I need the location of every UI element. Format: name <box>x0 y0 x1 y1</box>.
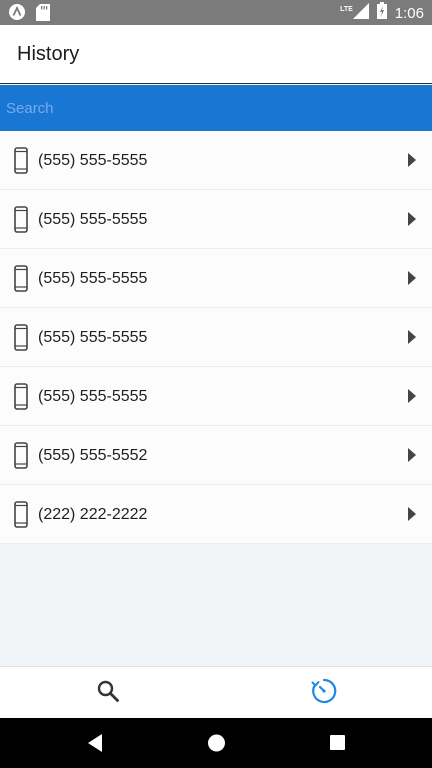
phone-number: (555) 555-5555 <box>38 388 148 405</box>
search-input[interactable] <box>0 85 432 131</box>
phone-number: (222) 222-2222 <box>38 506 148 523</box>
chevron-right-icon <box>408 330 416 349</box>
tab-history[interactable] <box>216 667 432 719</box>
chevron-right-icon <box>408 507 416 526</box>
chevron-right-icon <box>408 212 416 231</box>
chevron-right-icon <box>408 153 416 172</box>
mobile-phone-icon <box>14 324 28 356</box>
list-item[interactable]: (555) 555-5555 <box>0 131 432 190</box>
sd-card-icon <box>36 3 50 26</box>
network-type-label: LTE <box>340 5 353 13</box>
tab-search[interactable] <box>0 667 216 719</box>
chevron-right-icon <box>408 389 416 408</box>
recents-icon[interactable] <box>329 733 346 758</box>
list-item[interactable]: (555) 555-5555 <box>0 190 432 249</box>
list-item[interactable]: (555) 555-5555 <box>0 249 432 308</box>
list-item[interactable]: (555) 555-5552 <box>0 426 432 485</box>
status-bar: LTE 1:06 <box>0 0 432 25</box>
app-header: History <box>0 25 432 84</box>
mobile-phone-icon <box>14 383 28 415</box>
back-icon[interactable] <box>86 733 104 758</box>
list-item[interactable]: (222) 222-2222 <box>0 485 432 544</box>
phone-number: (555) 555-5552 <box>38 447 148 464</box>
history-list: (555) 555-5555 (555) 555-5555 (555) 555-… <box>0 131 432 544</box>
list-item[interactable]: (555) 555-5555 <box>0 367 432 426</box>
clock: 1:06 <box>394 4 424 22</box>
phone-number: (555) 555-5555 <box>38 152 148 169</box>
mobile-phone-icon <box>14 147 28 179</box>
phone-number: (555) 555-5555 <box>38 211 148 228</box>
phone-number: (555) 555-5555 <box>38 270 148 287</box>
chevron-right-icon <box>408 448 416 467</box>
mobile-phone-icon <box>14 442 28 474</box>
mobile-phone-icon <box>14 206 28 238</box>
home-icon[interactable] <box>207 733 226 758</box>
mobile-phone-icon <box>14 265 28 297</box>
search-bar <box>0 85 432 131</box>
app-notification-icon <box>8 3 26 26</box>
search-icon <box>96 679 120 708</box>
history-icon <box>311 678 337 709</box>
chevron-right-icon <box>408 271 416 290</box>
page-title: History <box>17 43 80 65</box>
mobile-phone-icon <box>14 501 28 533</box>
phone-number: (555) 555-5555 <box>38 329 148 346</box>
signal-icon <box>352 2 369 24</box>
list-item[interactable]: (555) 555-5555 <box>0 308 432 367</box>
bottom-tab-bar <box>0 666 432 718</box>
system-nav-bar <box>0 718 432 768</box>
battery-charging-icon <box>376 2 387 24</box>
